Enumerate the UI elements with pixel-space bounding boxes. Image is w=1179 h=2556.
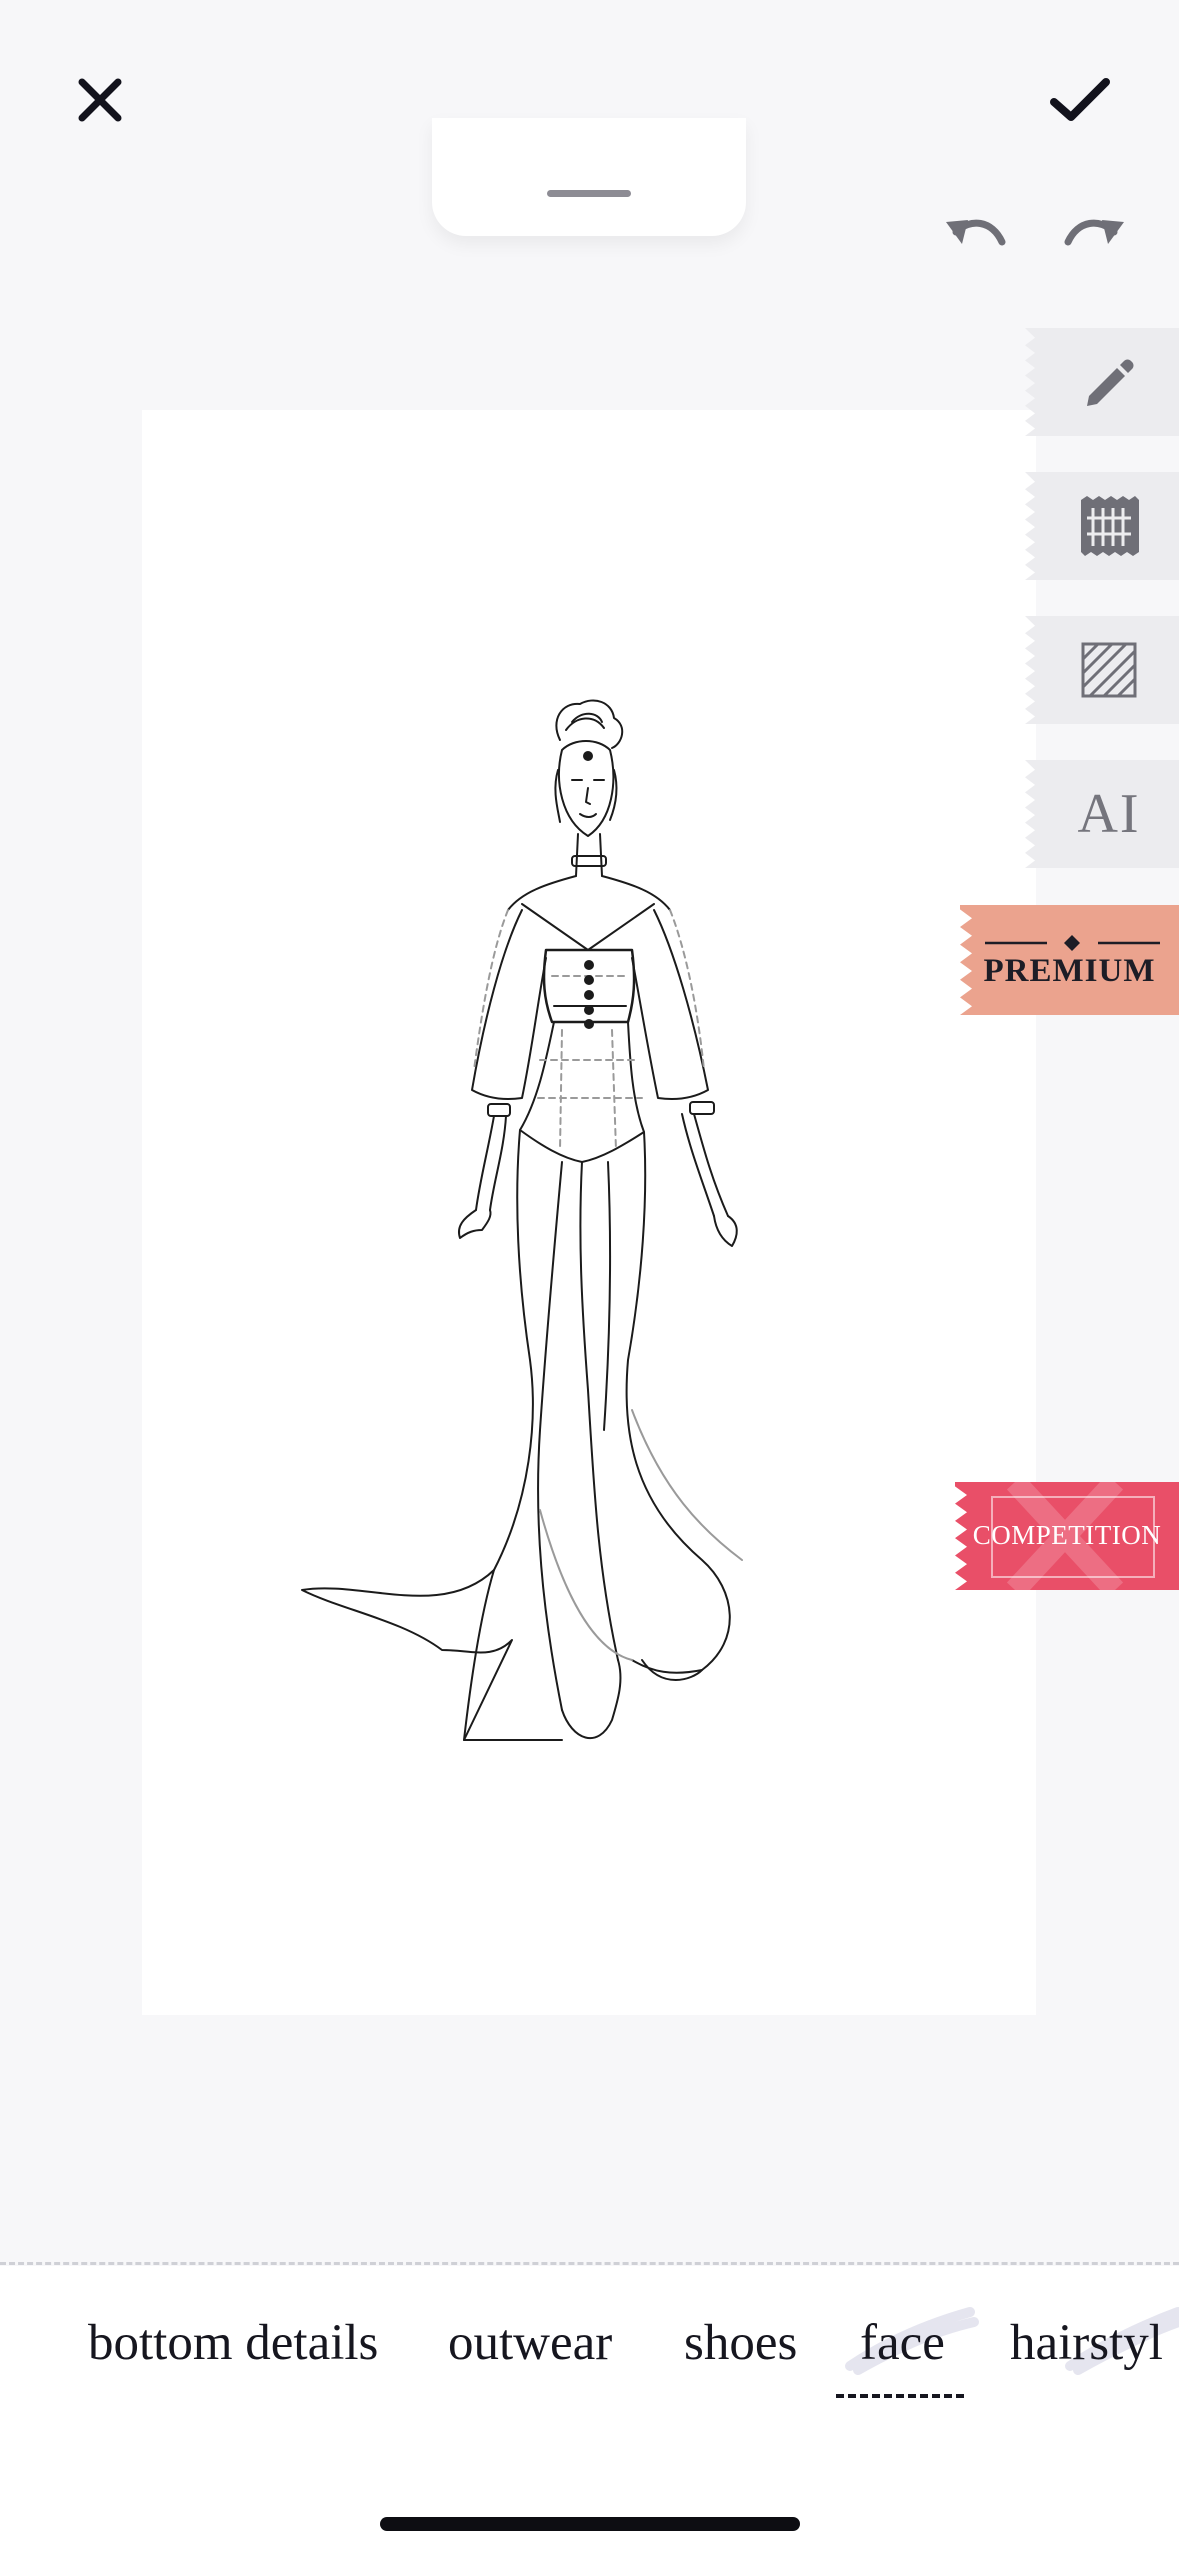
drag-handle-icon	[547, 190, 631, 197]
ai-label: AI	[1077, 783, 1141, 845]
undo-button[interactable]	[935, 205, 1015, 265]
category-outwear[interactable]: outwear	[448, 2314, 612, 2372]
close-icon	[78, 78, 122, 122]
checkmark-icon	[1050, 78, 1110, 121]
category-bar[interactable]: bottom details outwear shoes face hairst…	[0, 2266, 1179, 2556]
drawer-handle[interactable]	[432, 118, 746, 236]
category-bottom-details[interactable]: bottom details	[88, 2314, 378, 2372]
tool-pattern[interactable]	[1025, 616, 1179, 724]
redo-button[interactable]	[1055, 205, 1135, 265]
category-hairstyle[interactable]: hairstyl	[1010, 2314, 1163, 2372]
tool-pencil[interactable]	[1025, 328, 1179, 436]
tool-ai[interactable]: AI	[1025, 760, 1179, 868]
category-shoes[interactable]: shoes	[684, 2314, 797, 2372]
premium-ornament-icon	[985, 935, 1160, 951]
confirm-button[interactable]	[1035, 60, 1125, 140]
category-divider	[0, 2262, 1179, 2265]
sketch-canvas[interactable]	[142, 410, 1036, 2015]
competition-label: COMPETITION	[972, 1520, 1162, 1550]
selected-category-underline	[836, 2394, 964, 2398]
stripe-pattern-icon	[1081, 642, 1137, 698]
close-button[interactable]	[60, 60, 140, 140]
redo-icon	[1064, 219, 1124, 246]
fabric-swatch-icon	[1081, 496, 1139, 556]
pencil-icon	[1087, 359, 1134, 406]
competition-badge[interactable]: COMPETITION	[955, 1482, 1179, 1590]
fashion-sketch-figure	[301, 699, 743, 1741]
undo-icon	[946, 219, 1006, 246]
premium-label: PREMIUM	[983, 953, 1156, 989]
category-face[interactable]: face	[860, 2314, 945, 2372]
home-indicator[interactable]	[380, 2517, 800, 2531]
premium-badge[interactable]: PREMIUM	[960, 905, 1179, 1015]
tool-fabric[interactable]	[1025, 472, 1179, 580]
